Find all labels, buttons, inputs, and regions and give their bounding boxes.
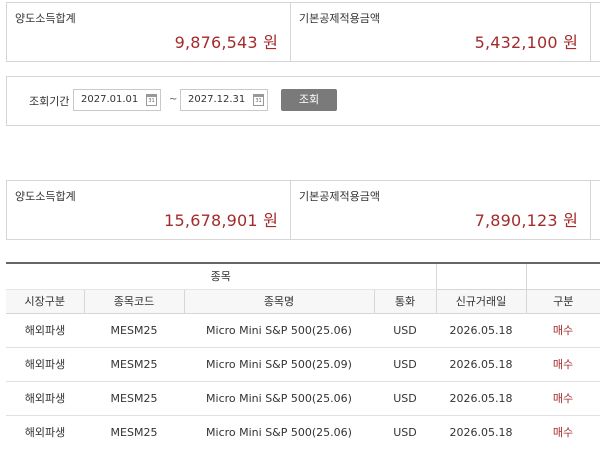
summary-label: 양도소득합계 <box>15 12 76 25</box>
col-header-new-trade-date: 신규거래일 <box>435 289 526 314</box>
header-group-stock: 종목 <box>6 263 436 290</box>
cell-date: 2026.05.18 <box>436 415 526 449</box>
summary-amount: 9,876,543 원 <box>174 33 278 52</box>
trade-table: 종목 시장구분 종목코드 종목명 통화 신규거래일 구분 해외파생 MESM25… <box>6 262 600 449</box>
cell-code: MESM25 <box>84 313 184 348</box>
cell-name: Micro Mini S&P 500(25.06) <box>184 381 374 416</box>
summary-amount: 7,890,123 원 <box>474 211 578 230</box>
cell-name: Micro Mini S&P 500(25.06) <box>184 415 374 449</box>
cell-currency: USD <box>374 415 436 449</box>
cell-currency: USD <box>374 347 436 382</box>
summary-label: 기본공제적용금액 <box>299 12 380 25</box>
search-period-label: 조회기간 <box>29 95 70 108</box>
date-to-input[interactable]: 2027.12.31 31 <box>180 89 268 111</box>
summary-label: 양도소득합계 <box>15 190 76 203</box>
cell-code: MESM25 <box>84 381 184 416</box>
cell-market: 해외파생 <box>6 347 84 382</box>
table-row[interactable]: 해외파생 MESM25 Micro Mini S&P 500(25.09) US… <box>6 347 600 382</box>
cell-type: 매수 <box>526 313 600 348</box>
col-header-name: 종목명 <box>183 289 374 314</box>
cell-currency: USD <box>374 313 436 348</box>
search-button[interactable]: 조회 <box>281 89 337 111</box>
col-header-currency: 통화 <box>373 289 436 314</box>
cell-date: 2026.05.18 <box>436 347 526 382</box>
calendar-icon[interactable]: 31 <box>253 94 264 106</box>
table-row[interactable]: 해외파생 MESM25 Micro Mini S&P 500(25.06) US… <box>6 381 600 416</box>
date-range-separator: ~ <box>169 94 178 105</box>
cell-name: Micro Mini S&P 500(25.06) <box>184 313 374 348</box>
cell-type: 매수 <box>526 347 600 382</box>
header-spacer <box>525 263 600 290</box>
summary-top-deduction: 기본공제적용금액 5,432,100 원 <box>291 3 591 61</box>
cell-market: 해외파생 <box>6 381 84 416</box>
cell-market: 해외파생 <box>6 415 84 449</box>
summary-bottom-transfer-income: 양도소득합계 15,678,901 원 <box>7 181 291 239</box>
cell-type: 매수 <box>526 415 600 449</box>
date-to-value: 2027.12.31 <box>188 94 246 105</box>
summary-amount: 5,432,100 원 <box>474 33 578 52</box>
col-header-code: 종목코드 <box>83 289 184 314</box>
summary-top: 양도소득합계 9,876,543 원 기본공제적용금액 5,432,100 원 <box>6 2 600 62</box>
summary-amount: 15,678,901 원 <box>164 211 278 230</box>
cell-type: 매수 <box>526 381 600 416</box>
cell-name: Micro Mini S&P 500(25.09) <box>184 347 374 382</box>
date-from-value: 2027.01.01 <box>81 94 139 105</box>
header-spacer <box>435 263 526 290</box>
cell-date: 2026.05.18 <box>436 381 526 416</box>
cell-code: MESM25 <box>84 347 184 382</box>
date-from-input[interactable]: 2027.01.01 31 <box>73 89 161 111</box>
table-row[interactable]: 해외파생 MESM25 Micro Mini S&P 500(25.06) US… <box>6 415 600 449</box>
table-row[interactable]: 해외파생 MESM25 Micro Mini S&P 500(25.06) US… <box>6 313 600 348</box>
cell-code: MESM25 <box>84 415 184 449</box>
cell-currency: USD <box>374 381 436 416</box>
cell-market: 해외파생 <box>6 313 84 348</box>
cell-date: 2026.05.18 <box>436 313 526 348</box>
col-header-type: 구분 <box>525 289 600 314</box>
col-header-market: 시장구분 <box>6 289 84 314</box>
summary-label: 기본공제적용금액 <box>299 190 380 203</box>
calendar-icon[interactable]: 31 <box>146 94 157 106</box>
search-panel: 조회기간 2027.01.01 31 ~ 2027.12.31 31 조회 <box>6 76 600 126</box>
summary-bottom: 양도소득합계 15,678,901 원 기본공제적용금액 7,890,123 원 <box>6 180 600 240</box>
summary-bottom-deduction: 기본공제적용금액 7,890,123 원 <box>291 181 591 239</box>
summary-top-transfer-income: 양도소득합계 9,876,543 원 <box>7 3 291 61</box>
